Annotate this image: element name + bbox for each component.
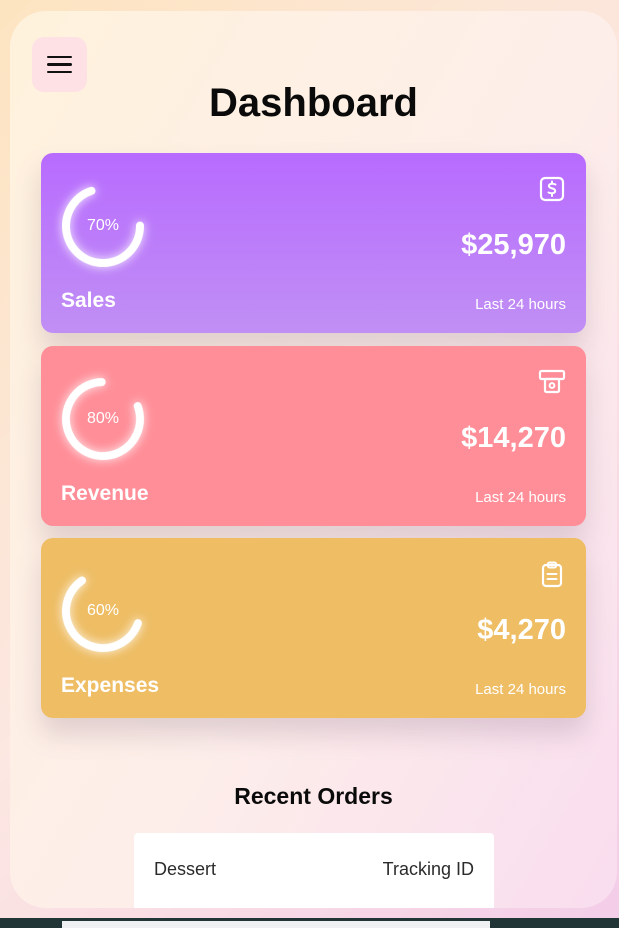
progress-ring: 80% [58,374,148,464]
card-expenses[interactable]: 60% Expenses $4,270 Last 24 hours [41,538,586,718]
page-title: Dashboard [209,81,418,125]
progress-percent: 70% [86,217,120,234]
hamburger-menu-icon [47,55,72,59]
clipboard-icon [541,561,563,588]
card-revenue[interactable]: 80% Revenue $14,270 Last 24 hours [41,346,586,526]
bottom-strip-light [62,921,490,928]
progress-ring: 60% [58,566,148,656]
card-subtitle: Last 24 hours [475,296,566,313]
dollar-icon [539,176,565,202]
card-label: Sales [61,289,116,312]
card-value: $14,270 [461,422,566,454]
card-value: $4,270 [477,614,566,646]
bottom-strip [0,918,619,928]
card-sales[interactable]: 70% Sales $25,970 Last 24 hours [41,153,586,333]
card-label: Expenses [61,674,160,697]
recent-orders-table: Dessert Tracking ID [134,833,494,908]
card-subtitle: Last 24 hours [475,489,566,506]
progress-percent: 60% [86,602,120,619]
recent-orders-title: Recent Orders [234,783,393,809]
card-subtitle: Last 24 hours [475,681,566,698]
column-header-dessert[interactable]: Dessert [154,859,216,880]
progress-ring: 70% [58,181,148,271]
progress-percent: 80% [86,410,120,427]
card-label: Revenue [61,482,149,505]
dashboard-app: Dashboard 70% Sales $25,970 Last 24 hour… [10,11,617,908]
card-value: $25,970 [461,229,566,261]
cash-icon [538,369,566,394]
column-header-tracking-id[interactable]: Tracking ID [383,859,474,880]
